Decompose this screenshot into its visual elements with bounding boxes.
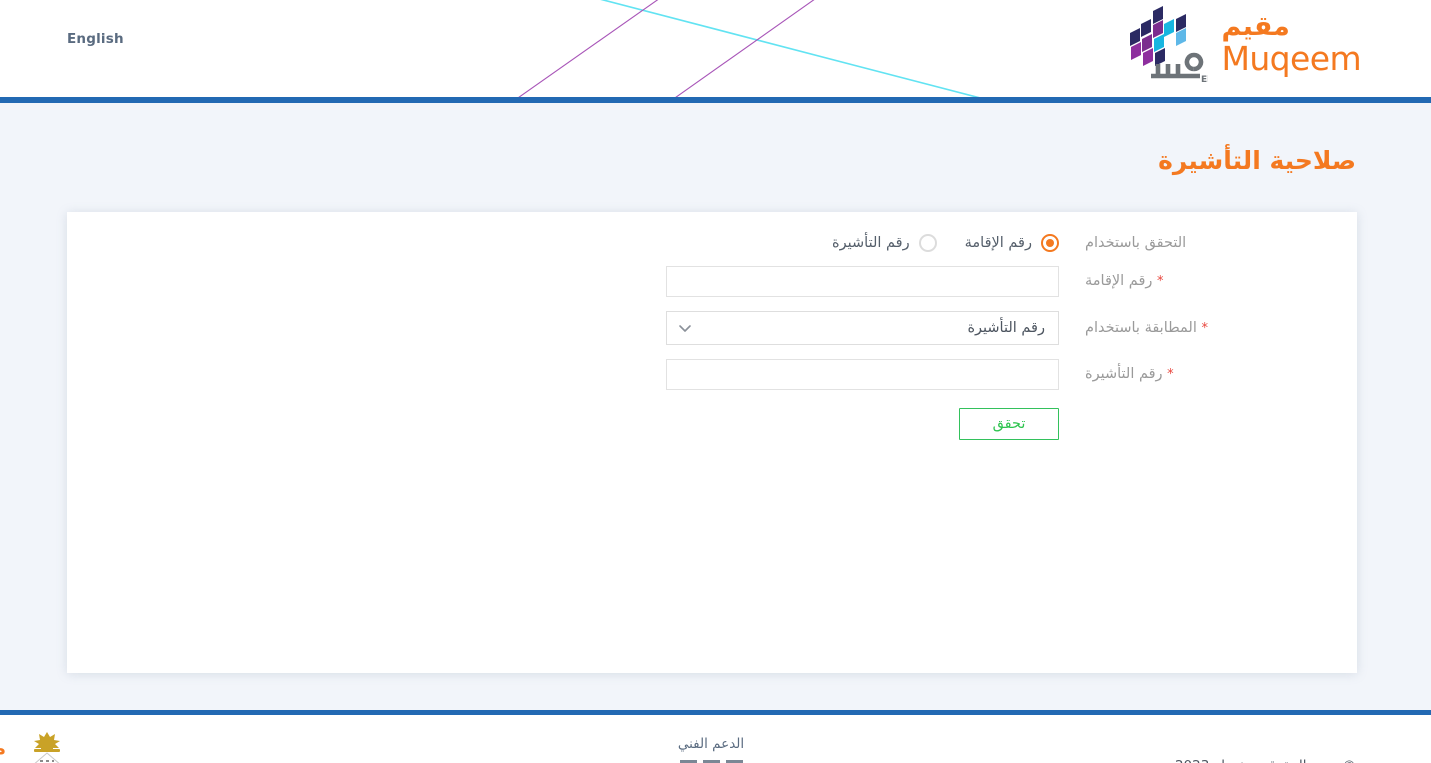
match-by-field: رقم التأشيرة [666,310,1059,345]
radio-option-visa-number[interactable]: رقم التأشيرة [832,233,937,252]
chevron-down-icon[interactable] [678,321,692,335]
visa-number-label: * رقم التأشيرة [1059,366,1357,382]
match-by-select-wrap: رقم التأشيرة [666,310,1059,345]
radio-option-iqama-number[interactable]: رقم الإقامة [964,233,1059,252]
page-title: صلاحية التأشيرة [1158,145,1356,175]
verify-button[interactable]: تحقق [959,407,1059,440]
muqeem-logo[interactable]: مقيم Muqeem [1221,10,1362,78]
match-by-selected-value: رقم التأشيرة [967,319,1045,336]
iqama-label-text: رقم الإقامة [1085,273,1153,289]
iqama-number-field [666,265,1059,297]
muqeem-logo-arabic: مقيم [1221,10,1291,42]
visa-label-text: رقم التأشيرة [1085,366,1163,382]
brand-logos: مقيم Muqeem E [1118,6,1362,82]
elm-logo-latin-text: Elm [1201,75,1208,82]
content-area: التحقق باستخدام رقم الإقامة رقم التأشيرة [0,192,1431,710]
iqama-number-input[interactable] [666,265,1059,297]
verify-by-radio-group[interactable]: رقم الإقامة رقم التأشيرة [832,233,1059,252]
verify-by-label: التحقق باستخدام [1085,234,1187,251]
footer-muqeem-logo[interactable]: مقيم Muqeem [0,739,6,763]
footer-muqeem-latin: Muqeem [0,759,6,763]
form-row-iqama-number: * رقم الإقامة [67,265,1357,297]
visa-validity-form: التحقق باستخدام رقم الإقامة رقم التأشيرة [67,233,1357,440]
form-row-match-by: * المطابقة باستخدام رقم التأشيرة [67,310,1357,345]
form-row-verify-by: التحقق باستخدام رقم الإقامة رقم التأشيرة [67,233,1357,252]
elm-logo[interactable]: Elm [1118,6,1208,82]
site-footer: الجوازات مقيم Muqeem الدعم الفني [0,714,1431,763]
header-blue-divider [0,97,1431,103]
footer-brand: الجوازات مقيم Muqeem [0,729,76,763]
iqama-number-label: * رقم الإقامة [1059,273,1357,289]
language-switch-link[interactable]: English [67,31,124,47]
twitter-icon[interactable] [725,759,743,763]
match-by-required-asterisk: * [1201,320,1208,336]
footer-muqeem-arabic: مقيم [0,739,6,759]
radio-selected-icon[interactable] [1041,233,1059,252]
muqeem-logo-latin: Muqeem [1221,38,1362,78]
support-title: الدعم الفني [677,735,745,752]
match-by-label-text: المطابقة باستخدام [1085,319,1197,336]
phone-icon[interactable] [679,759,697,763]
visa-required-asterisk: * [1167,367,1174,382]
iqama-required-asterisk: * [1157,274,1164,289]
form-row-submit: تحقق [67,407,1357,440]
verify-by-field: رقم الإقامة رقم التأشيرة [666,233,1059,252]
email-icon[interactable] [702,759,720,763]
form-row-visa-number: * رقم التأشيرة [67,358,1357,390]
radio-unselected-icon[interactable] [918,233,937,252]
site-header: English مقيم Muqeem E [0,0,1431,97]
visa-validity-card: التحقق باستخدام رقم الإقامة رقم التأشيرة [67,211,1357,673]
match-by-select[interactable]: رقم التأشيرة [666,310,1059,345]
footer-support-section: الدعم الفني [646,736,776,763]
saudi-passports-emblem-icon: الجوازات [34,731,60,763]
visa-number-input[interactable] [666,358,1059,390]
match-by-label: * المطابقة باستخدام [1059,320,1357,336]
radio-option-visa-label: رقم التأشيرة [832,234,910,251]
radio-option-iqama-label: رقم الإقامة [964,234,1032,251]
visa-number-field [666,358,1059,390]
copyright-text: © جميع الحقوق محفوظة 2023. [1171,758,1356,763]
support-icon-row [646,759,776,763]
submit-field: تحقق [666,407,1059,440]
